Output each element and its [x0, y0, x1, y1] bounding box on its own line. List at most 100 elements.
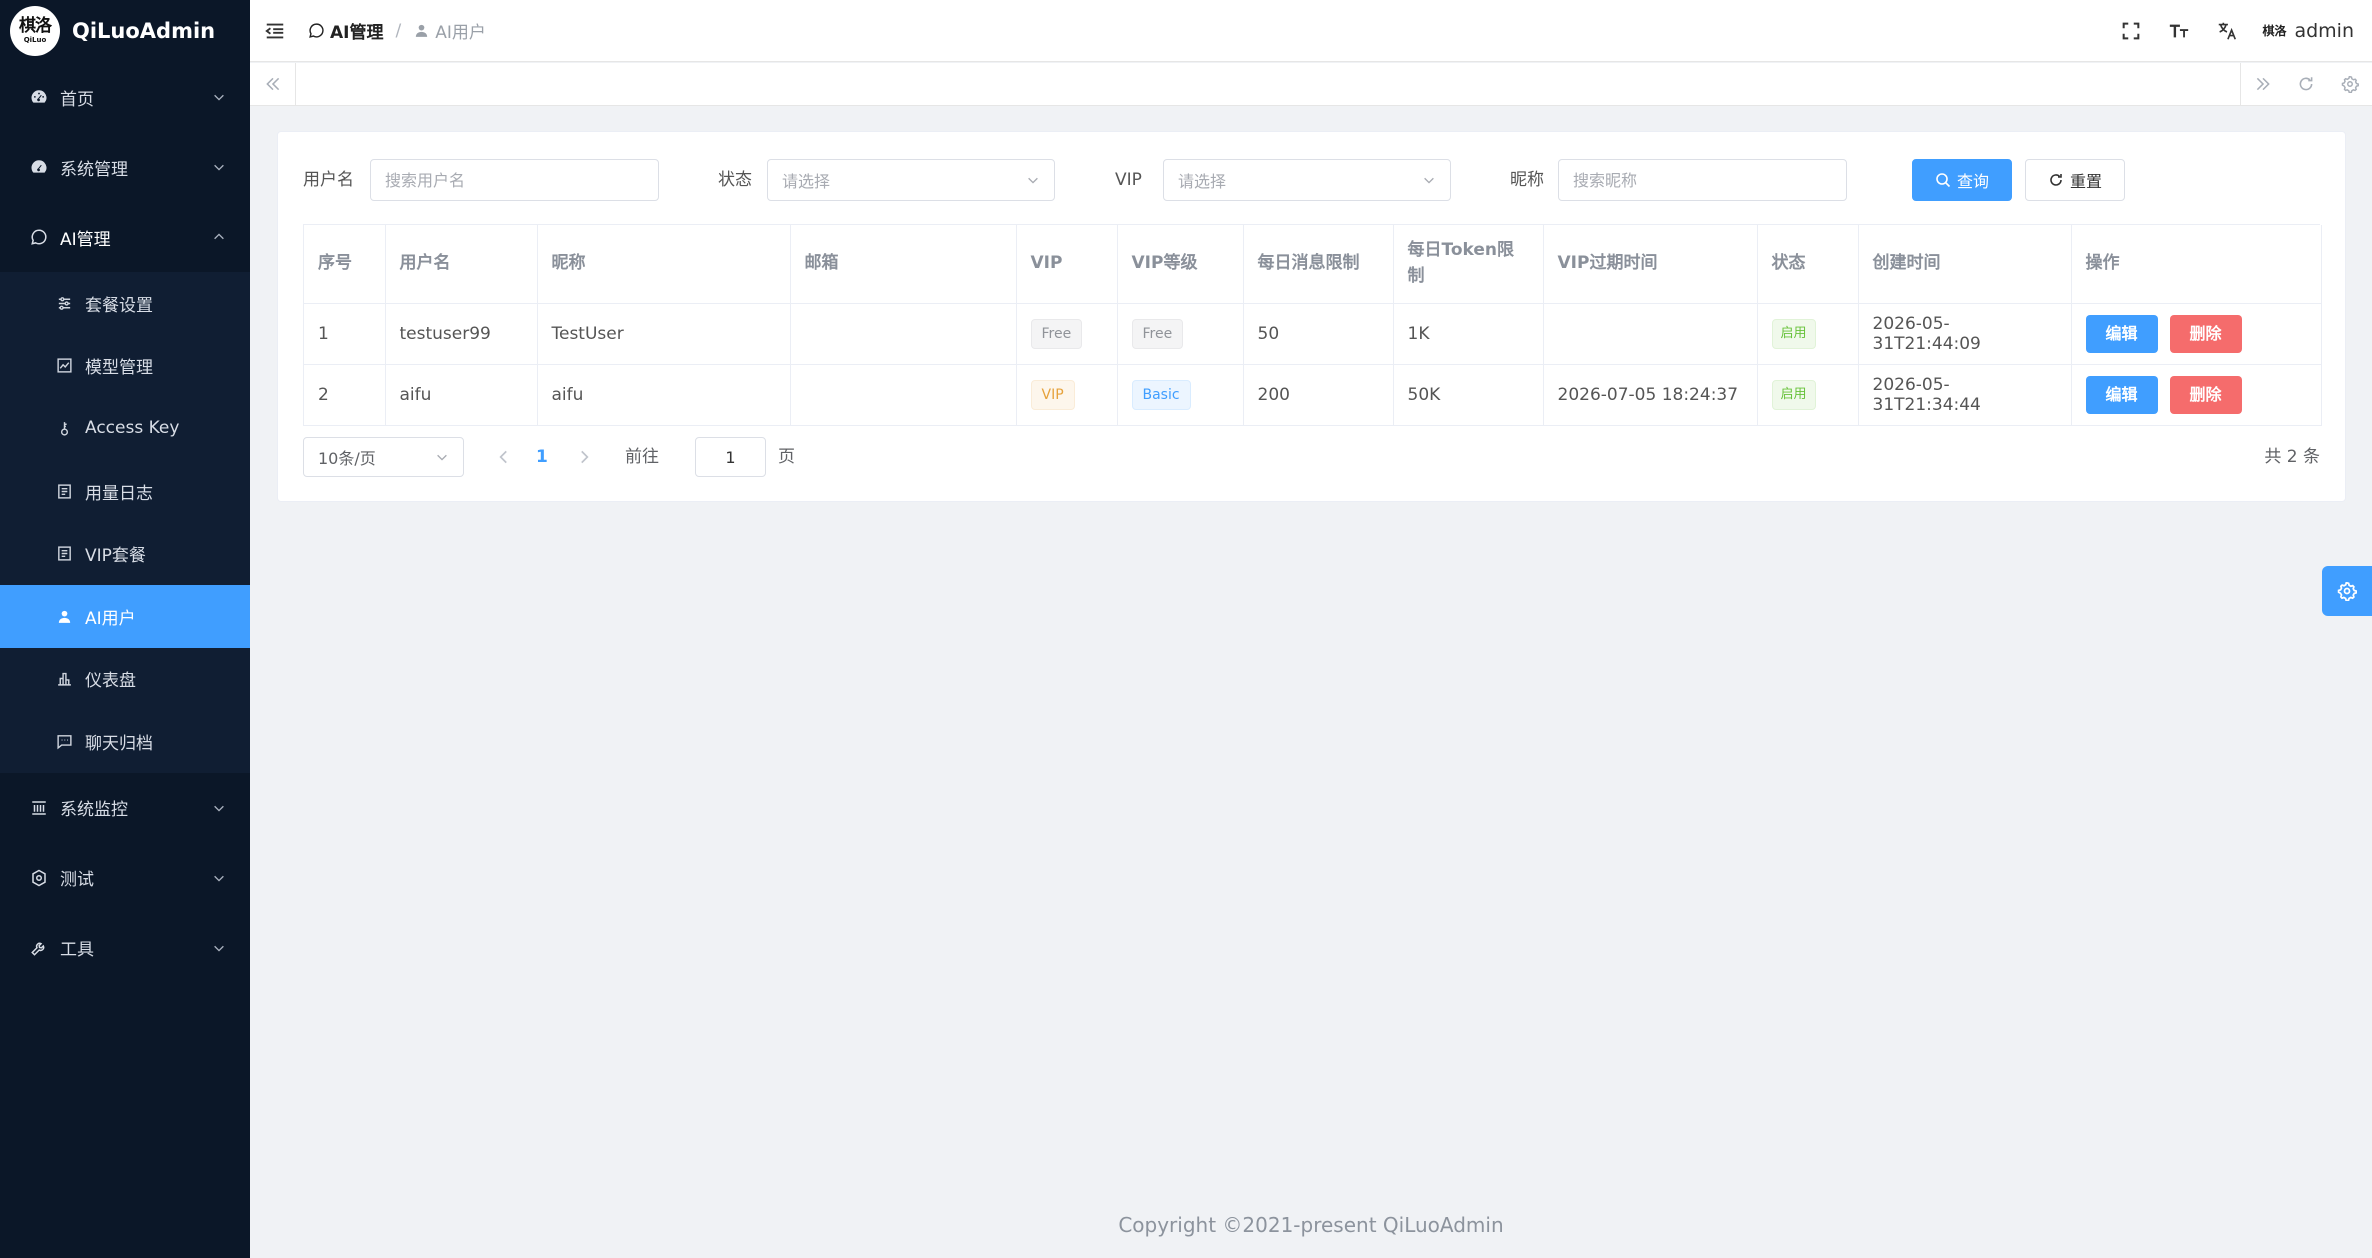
column-header[interactable]: 每日Token限制: [1393, 225, 1544, 304]
ai-submenu: 套餐设置 模型管理 Access Key 用量日志 VIP套餐 AI用户 仪表盘: [0, 272, 250, 773]
chevron-down-icon: [1028, 177, 1038, 184]
sidebar-item-usage-log[interactable]: 用量日志: [0, 460, 250, 523]
reset-button[interactable]: 重置: [2025, 159, 2125, 201]
column-header: 操作: [2071, 225, 2322, 304]
refresh-icon: [2299, 77, 2313, 91]
sidebar-item-vip-package[interactable]: VIP套餐: [0, 522, 250, 585]
edit-button[interactable]: 编辑: [2085, 314, 2158, 353]
tabs-scroll-left-button[interactable]: [250, 63, 296, 105]
cell-daily-msg: 200: [1243, 364, 1394, 426]
cell-index: 2: [304, 364, 386, 426]
goto-label: 前往: [625, 447, 659, 467]
column-header[interactable]: 每日消息限制: [1243, 225, 1394, 304]
chevron-left-icon[interactable]: [495, 448, 513, 466]
user-icon: [58, 610, 71, 623]
chevron-right-icon[interactable]: [575, 448, 593, 466]
search-button[interactable]: 查询: [1912, 159, 2012, 201]
sidebar-item-label: 系统管理: [60, 159, 128, 180]
username-filter-label: 用户名: [303, 170, 354, 190]
search-icon: [1936, 173, 1951, 188]
table-row[interactable]: 1 testuser99 TestUser Free Free 50 1K 启用…: [304, 303, 2322, 365]
logo: 棋洛 QiLuo: [10, 6, 60, 56]
goto-page-input[interactable]: [695, 437, 766, 477]
delete-button[interactable]: 删除: [2169, 375, 2242, 414]
column-header[interactable]: 创建时间: [1858, 225, 2072, 304]
username-search-input[interactable]: [370, 159, 659, 201]
document-icon: [58, 483, 71, 499]
edit-button[interactable]: 编辑: [2085, 375, 2158, 414]
cell-status: 启用: [1757, 364, 1859, 426]
vip-tag: VIP: [1030, 379, 1075, 410]
cell-email: [790, 303, 1017, 365]
delete-button[interactable]: 删除: [2169, 314, 2242, 353]
cell-actions: 编辑 删除: [2071, 364, 2322, 426]
menu-fold-icon[interactable]: [264, 20, 286, 42]
footer-copyright: Copyright ©2021-present QiLuoAdmin: [1118, 1213, 1504, 1237]
monitor-icon: [32, 801, 46, 815]
cell-actions: 编辑 删除: [2071, 303, 2322, 365]
logo-area[interactable]: 棋洛 QiLuo QiLuoAdmin: [0, 0, 250, 62]
dashboard-icon: [31, 90, 47, 103]
page-size-select[interactable]: 10条/页: [303, 437, 464, 477]
column-header[interactable]: VIP: [1016, 225, 1118, 304]
avatar: 棋洛: [2262, 24, 2287, 38]
column-header[interactable]: 用户名: [385, 225, 538, 304]
sidebar-item-chat-archive[interactable]: 聊天归档: [0, 710, 250, 773]
breadcrumb-item-ai-management[interactable]: AI管理: [308, 18, 383, 43]
sidebar: 棋洛 QiLuo QiLuoAdmin 首页 系统管理 AI管理 套餐设置 模型…: [0, 0, 250, 1258]
ai-users-card: 用户名 状态 请选择 VIP 请选择 昵称 查询 重置: [277, 131, 2346, 502]
search-button-label: 查询: [1956, 172, 1989, 191]
cell-vip: VIP: [1016, 364, 1118, 426]
bar-chart-icon: [58, 673, 71, 686]
double-chevron-left-icon: [265, 77, 279, 91]
tabs-settings-button[interactable]: [2328, 63, 2372, 105]
sidebar-item-label: 仪表盘: [85, 671, 136, 692]
chevron-down-icon: [214, 94, 224, 101]
user-menu[interactable]: 棋洛 admin: [2262, 20, 2354, 42]
column-header[interactable]: 昵称: [537, 225, 791, 304]
total-count: 共 2 条: [2264, 447, 2320, 467]
chat-bubble-icon: [309, 23, 324, 38]
sidebar-item-dashboard[interactable]: 仪表盘: [0, 648, 250, 711]
nickname-search-input[interactable]: [1558, 159, 1847, 201]
sidebar-item-test[interactable]: 测试: [0, 843, 250, 913]
column-header[interactable]: VIP等级: [1117, 225, 1244, 304]
breadcrumb-label: AI管理: [330, 23, 384, 43]
vip-level-tag: Free: [1131, 318, 1184, 349]
sidebar-item-home[interactable]: 首页: [0, 62, 250, 132]
status-select[interactable]: 请选择: [767, 159, 1055, 201]
sidebar-item-label: 用量日志: [85, 483, 153, 504]
top-header: AI管理 / AI用户 棋洛 admin: [250, 0, 2372, 62]
table-row[interactable]: 2 aifu aifu VIP Basic 200 50K 2026-07-05…: [304, 364, 2322, 426]
chevron-down-icon: [437, 454, 447, 461]
sidebar-item-tools[interactable]: 工具: [0, 913, 250, 983]
chevron-down-icon: [214, 945, 224, 952]
page-number-current[interactable]: 1: [536, 437, 548, 477]
breadcrumb-item-ai-users: AI用户: [413, 18, 486, 43]
tabs-refresh-button[interactable]: [2284, 63, 2328, 105]
cell-vip-expire: 2026-07-05 18:24:37: [1543, 364, 1758, 426]
double-chevron-right-icon: [2256, 77, 2270, 91]
floating-settings-button[interactable]: [2322, 566, 2372, 616]
translate-icon[interactable]: [2216, 20, 2238, 42]
sidebar-item-package-settings[interactable]: 套餐设置: [0, 272, 250, 335]
font-size-icon[interactable]: [2168, 20, 2190, 42]
sidebar-item-access-key[interactable]: Access Key: [0, 397, 250, 460]
vip-select[interactable]: 请选择: [1163, 159, 1451, 201]
fullscreen-icon[interactable]: [2120, 20, 2142, 42]
status-select-placeholder: 请选择: [782, 172, 831, 191]
sidebar-item-system[interactable]: 系统管理: [0, 132, 250, 202]
sidebar-item-model-management[interactable]: 模型管理: [0, 335, 250, 398]
sidebar-item-ai-users[interactable]: AI用户: [0, 584, 250, 648]
sidebar-item-monitor[interactable]: 系统监控: [0, 773, 250, 843]
tabs-scroll-right-button[interactable]: [2240, 63, 2284, 105]
sidebar-item-ai-management[interactable]: AI管理: [0, 202, 250, 272]
column-header[interactable]: 状态: [1757, 225, 1859, 304]
column-header[interactable]: 序号: [304, 225, 386, 304]
cell-username: aifu: [385, 364, 538, 426]
refresh-icon: [2050, 174, 2062, 186]
column-header[interactable]: VIP过期时间: [1543, 225, 1758, 304]
column-header[interactable]: 邮箱: [790, 225, 1017, 304]
search-form: 用户名 状态 请选择 VIP 请选择 昵称 查询 重置: [303, 159, 2320, 201]
nickname-filter-label: 昵称: [1510, 170, 1544, 190]
